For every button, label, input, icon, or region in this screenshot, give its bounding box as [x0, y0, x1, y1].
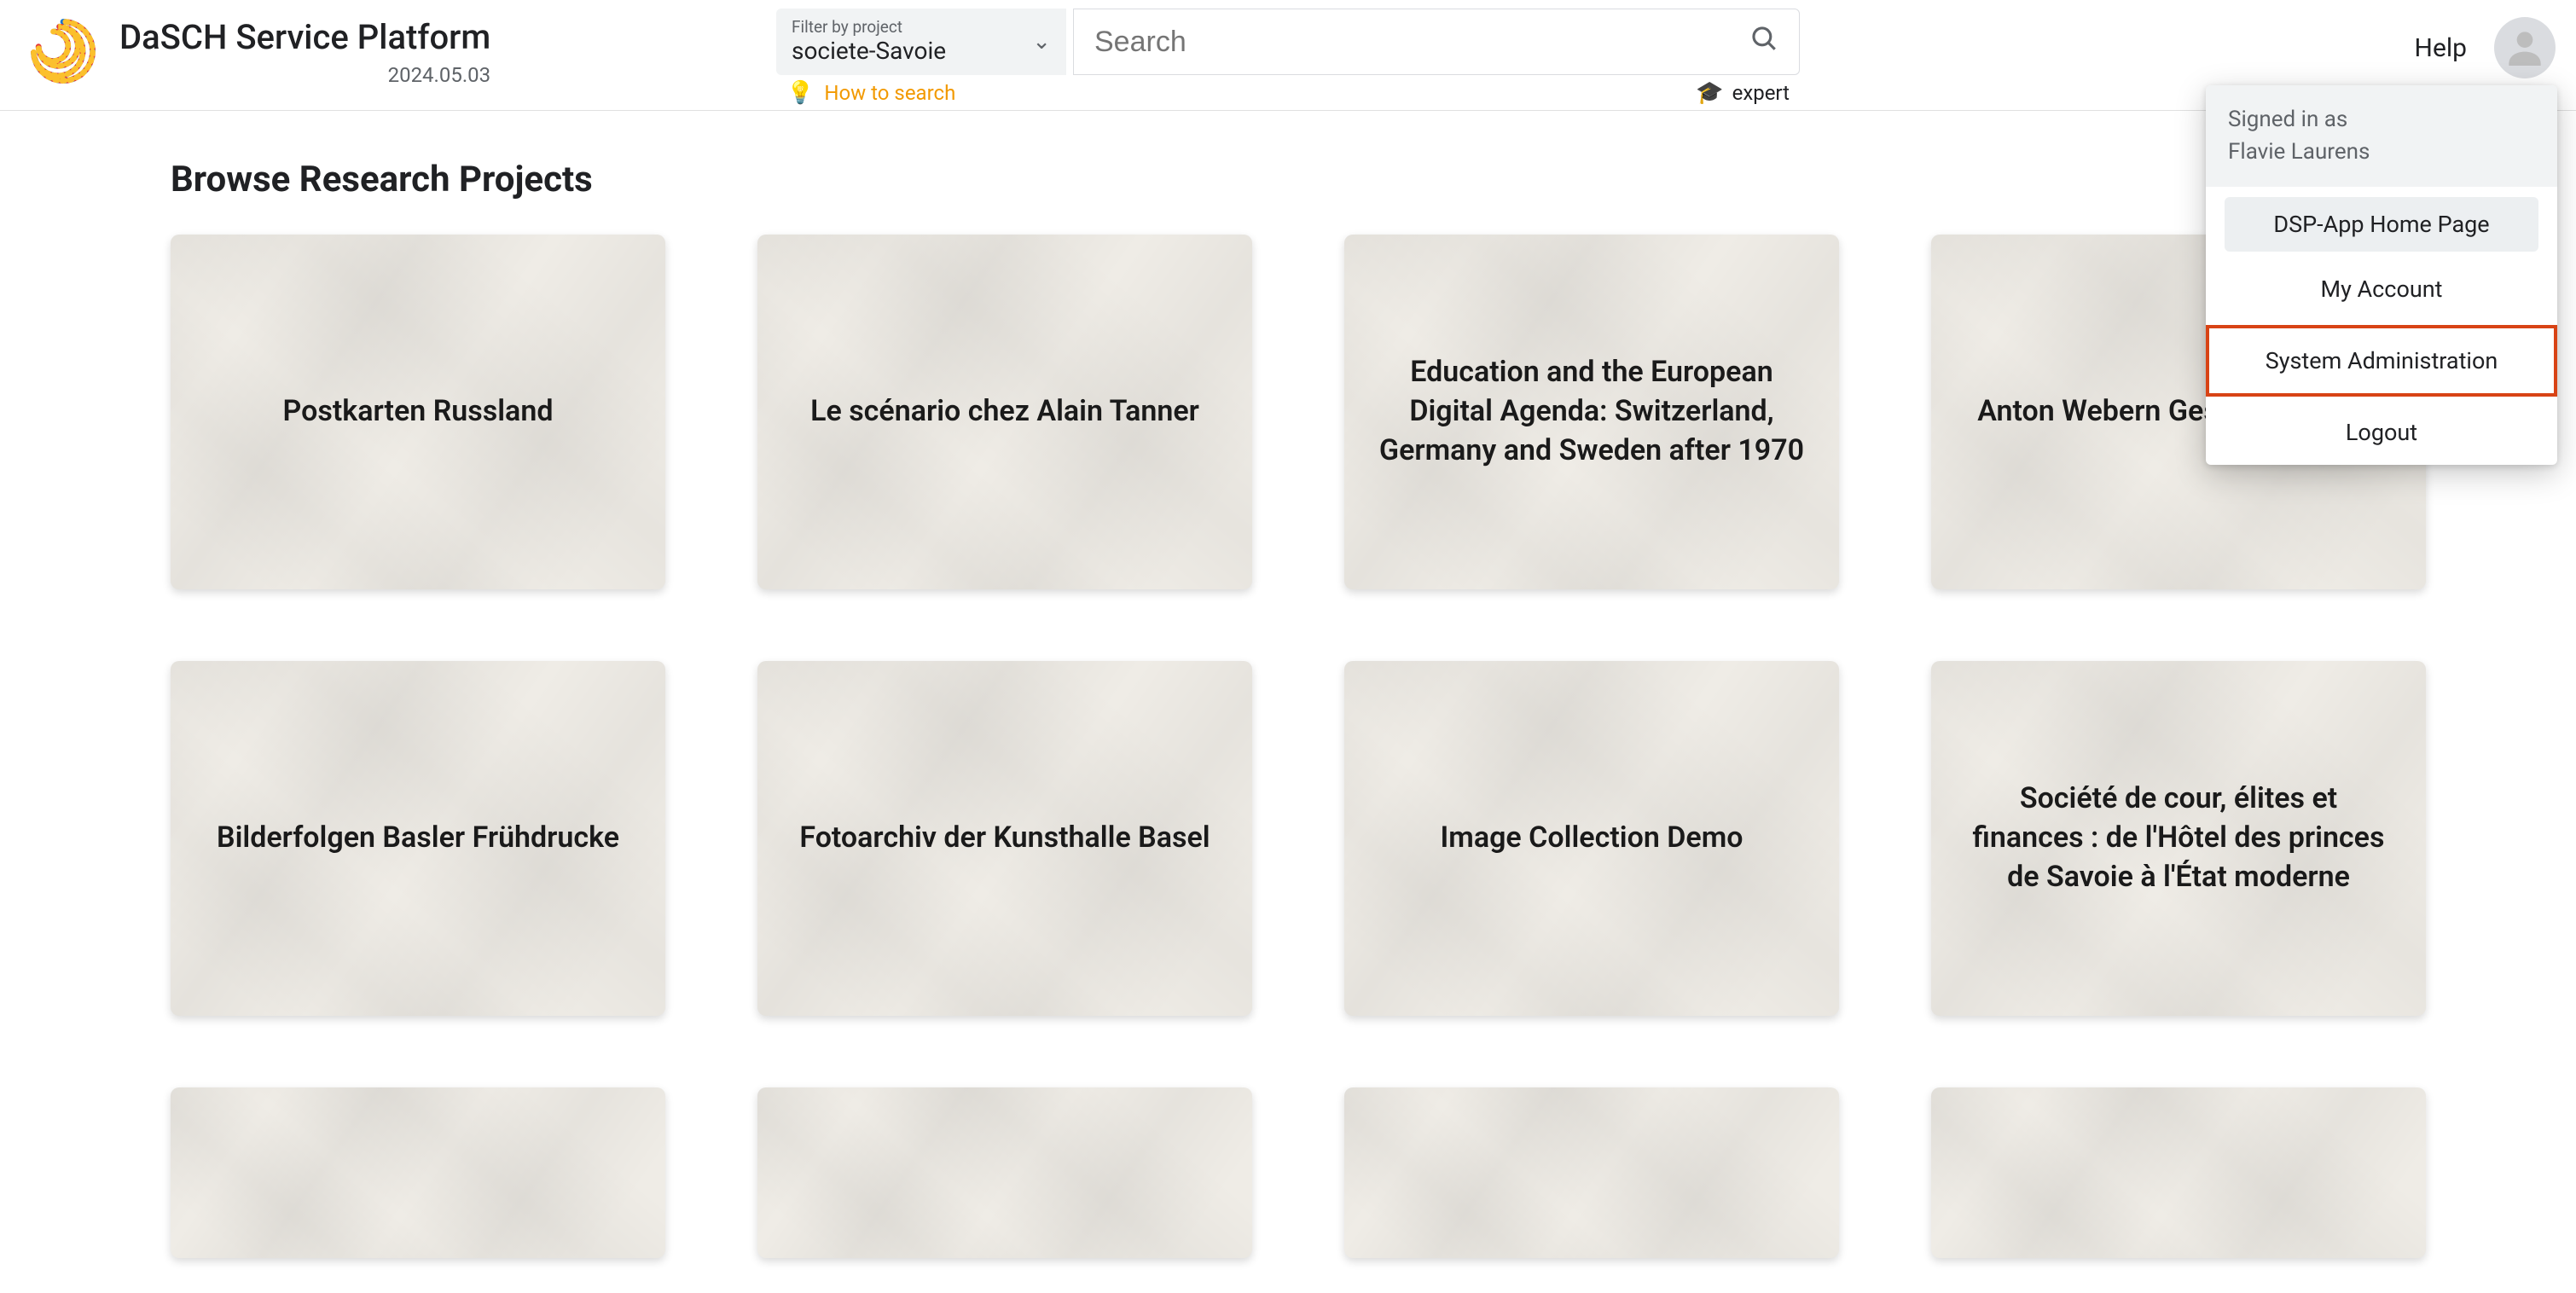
project-card[interactable]	[757, 1087, 1252, 1258]
project-card[interactable]	[1931, 1087, 2426, 1258]
signed-in-username: Flavie Laurens	[2228, 136, 2535, 169]
project-title: Société de cour, élites et finances : de…	[1965, 780, 2392, 897]
project-title: Fotoarchiv der Kunsthalle Basel	[799, 819, 1210, 858]
hints-row: 💡 How to search 🎓 expert	[776, 75, 1800, 106]
project-grid: Postkarten Russland Le scénario chez Ala…	[171, 235, 2405, 1258]
search-box	[1073, 9, 1800, 75]
expert-mode-link[interactable]: 🎓 expert	[1696, 80, 1790, 106]
app-header: DaSCH Service Platform 2024.05.03 Filter…	[0, 0, 2576, 111]
dasch-logo-icon	[20, 9, 106, 94]
project-card[interactable]: Le scénario chez Alain Tanner	[757, 235, 1252, 589]
project-title: Education and the European Digital Agend…	[1378, 353, 1805, 471]
project-card[interactable]	[171, 1087, 665, 1258]
project-title: Le scénario chez Alain Tanner	[810, 392, 1199, 432]
signed-in-label: Signed in as	[2228, 104, 2535, 136]
menu-item-account[interactable]: My Account	[2206, 257, 2557, 322]
project-filter-dropdown[interactable]: Filter by project societe-Savoie ⌄	[776, 9, 1066, 75]
menu-header: Signed in as Flavie Laurens	[2206, 85, 2557, 187]
project-title: Postkarten Russland	[283, 392, 554, 432]
project-card[interactable]: Education and the European Digital Agend…	[1344, 235, 1839, 589]
search-input[interactable]	[1094, 26, 1749, 59]
project-card[interactable]	[1344, 1087, 1839, 1258]
project-card[interactable]: Société de cour, élites et finances : de…	[1931, 661, 2426, 1016]
project-title: Bilderfolgen Basler Frühdrucke	[217, 819, 619, 858]
title-block: DaSCH Service Platform 2024.05.03	[119, 15, 490, 87]
graduation-cap-icon: 🎓	[1696, 80, 1723, 106]
user-avatar[interactable]	[2494, 17, 2556, 78]
menu-item-system-administration[interactable]: System Administration	[2206, 325, 2557, 397]
project-title: Image Collection Demo	[1441, 819, 1743, 858]
help-link[interactable]: Help	[2415, 33, 2467, 63]
header-right: Help	[2415, 17, 2556, 78]
page-content: Browse Research Projects Postkarten Russ…	[0, 111, 2576, 1292]
chevron-down-icon: ⌄	[1032, 29, 1051, 55]
user-menu-dropdown: Signed in as Flavie Laurens DSP-App Home…	[2206, 85, 2557, 465]
project-card[interactable]: Postkarten Russland	[171, 235, 665, 589]
filter-value: societe-Savoie	[792, 37, 946, 66]
app-version: 2024.05.03	[388, 63, 491, 87]
search-block: Filter by project societe-Savoie ⌄ 💡 How…	[776, 9, 1800, 106]
search-icon[interactable]	[1749, 24, 1778, 61]
project-card[interactable]: Fotoarchiv der Kunsthalle Basel	[757, 661, 1252, 1016]
app-title: DaSCH Service Platform	[119, 15, 490, 60]
menu-item-logout[interactable]: Logout	[2206, 400, 2557, 465]
page-heading: Browse Research Projects	[171, 159, 2405, 200]
menu-item-home[interactable]: DSP-App Home Page	[2225, 197, 2538, 252]
search-row: Filter by project societe-Savoie ⌄	[776, 9, 1800, 75]
lightbulb-icon: 💡	[786, 80, 814, 106]
expert-label: expert	[1732, 81, 1790, 105]
how-to-search-link[interactable]: 💡 How to search	[786, 80, 955, 106]
project-card[interactable]: Image Collection Demo	[1344, 661, 1839, 1016]
project-card[interactable]: Bilderfolgen Basler Frühdrucke	[171, 661, 665, 1016]
logo-block: DaSCH Service Platform 2024.05.03	[20, 9, 490, 94]
how-to-search-label: How to search	[824, 81, 955, 105]
filter-label: Filter by project	[792, 19, 946, 37]
